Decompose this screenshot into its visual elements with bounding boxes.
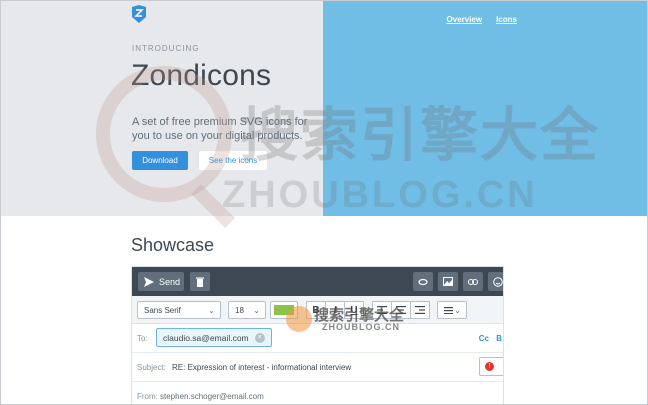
- font-size-value: 18: [235, 305, 244, 315]
- font-family-value: Sans Serif: [144, 305, 181, 315]
- bcc-toggle[interactable]: B: [496, 334, 502, 343]
- watermark-logo-icon: [286, 306, 312, 332]
- cc-toggle[interactable]: Cc: [479, 334, 489, 343]
- subject-label: Subject:: [137, 363, 166, 372]
- eyebrow-label: INTRODUCING: [132, 44, 200, 53]
- insert-image-button[interactable]: [438, 272, 458, 291]
- priority-select[interactable]: !: [479, 357, 503, 376]
- recipient-email: claudio.sa@email.com: [163, 332, 249, 343]
- font-family-select[interactable]: Sans Serif ⌄: [137, 301, 221, 319]
- zondicons-logo-icon[interactable]: [131, 5, 147, 23]
- email-composer: Send Sans Serif ⌄ 18 ⌄ B I U ⌄ To: claud…: [131, 266, 504, 405]
- paperclip-icon: [418, 278, 428, 285]
- nav-link-overview[interactable]: Overview: [447, 15, 483, 24]
- top-nav: Overview Icons: [447, 15, 517, 24]
- delete-button[interactable]: [190, 272, 210, 291]
- send-label: Send: [159, 276, 181, 287]
- chevron-down-icon: ⌄: [253, 306, 260, 315]
- alert-icon: !: [485, 362, 494, 371]
- recipient-chip[interactable]: claudio.sa@email.com ×: [156, 328, 272, 347]
- emoji-button[interactable]: [488, 272, 503, 291]
- list-icon: [444, 306, 453, 314]
- to-row: To: claudio.sa@email.com × Cc B: [132, 324, 503, 353]
- remove-recipient-icon[interactable]: ×: [254, 332, 265, 343]
- trash-icon: [196, 277, 204, 287]
- nav-link-icons[interactable]: Icons: [496, 15, 517, 24]
- font-size-select[interactable]: 18 ⌄: [228, 301, 266, 319]
- chevron-down-icon: ⌄: [454, 306, 461, 315]
- subject-row: Subject: RE: Expression of interest - in…: [132, 353, 503, 382]
- list-style-select[interactable]: ⌄: [437, 301, 467, 319]
- subject-input[interactable]: RE: Expression of interest - information…: [172, 363, 351, 372]
- from-label: From:: [137, 392, 158, 401]
- watermark-chinese-text: 搜索引擎大全: [240, 101, 601, 169]
- insert-link-button[interactable]: [463, 272, 483, 291]
- watermark-domain-text: ZHOUBLOG.CN: [222, 174, 538, 216]
- link-icon: [468, 278, 478, 285]
- send-icon: [144, 276, 154, 287]
- watermark-domain-text-small: ZHOUBLOG.CN: [322, 322, 400, 332]
- from-value[interactable]: stephen.schoger@email.com: [160, 392, 264, 401]
- from-row: From: stephen.schoger@email.com: [132, 382, 503, 404]
- chevron-down-icon: ⌄: [208, 306, 215, 315]
- send-button[interactable]: Send: [138, 272, 184, 291]
- smiley-icon: [493, 276, 503, 287]
- attach-button[interactable]: [413, 272, 433, 291]
- showcase-heading: Showcase: [131, 235, 215, 255]
- image-icon: [443, 277, 453, 286]
- to-label: To:: [137, 334, 148, 343]
- composer-toolbar: Send: [132, 267, 503, 296]
- align-right-button[interactable]: [410, 301, 430, 319]
- watermark-magnifier-icon: [96, 66, 232, 202]
- align-right-icon: [415, 306, 425, 314]
